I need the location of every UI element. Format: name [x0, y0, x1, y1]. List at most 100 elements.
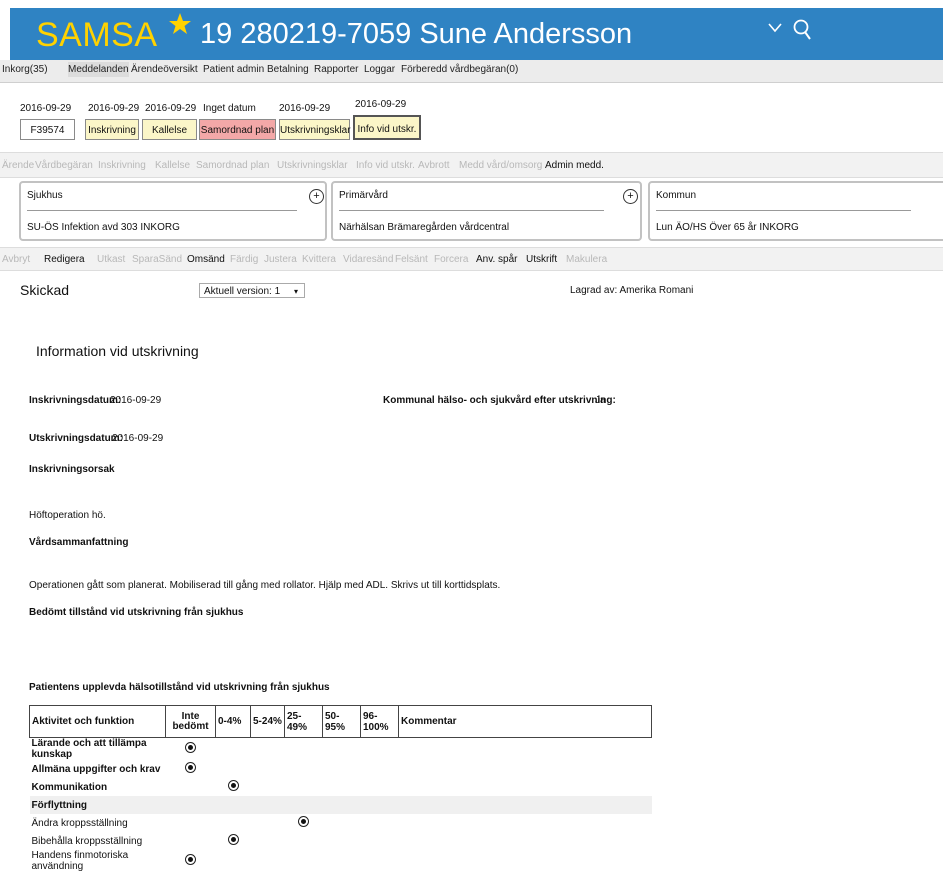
- step-samordnad-plan[interactable]: Samordnad plan: [199, 119, 276, 140]
- radio-selected-icon[interactable]: [185, 762, 196, 773]
- table-row: Allmäna uppgifter och krav: [30, 760, 652, 778]
- row-cell: [216, 814, 251, 832]
- patient-title: 19 280219-7059 Sune Andersson: [200, 18, 633, 50]
- nav-medd-vard-omsorg[interactable]: Medd vård/omsorg: [459, 160, 542, 171]
- saved-by: Lagrad av: Amerika Romani: [570, 285, 694, 296]
- col-kommentar: Kommentar: [398, 705, 652, 738]
- menu-rapporter[interactable]: Rapporter: [314, 64, 358, 75]
- org-primarvard: Primärvård + Närhälsan Brämaregården vår…: [331, 181, 642, 241]
- menu-arendeoversikt[interactable]: Ärendeöversikt: [131, 64, 198, 75]
- nav-kallelse[interactable]: Kallelse: [155, 160, 190, 171]
- radio-selected-icon[interactable]: [227, 780, 239, 791]
- action-fardig[interactable]: Färdig: [230, 254, 258, 265]
- nav-samordnad-plan[interactable]: Samordnad plan: [196, 160, 269, 171]
- menu-patient-admin[interactable]: Patient admin: [203, 64, 264, 75]
- action-anv-spar[interactable]: Anv. spår: [476, 254, 518, 265]
- row-cell: [323, 778, 361, 796]
- menu-inkorg[interactable]: Inkorg(35): [2, 64, 48, 75]
- row-cell: [285, 778, 323, 796]
- add-primarvard-icon[interactable]: +: [623, 189, 638, 204]
- row-cell: [251, 738, 285, 761]
- row-cell: [250, 796, 285, 814]
- chevron-down-icon[interactable]: [767, 22, 783, 34]
- menu-forberedd-vardbegaran[interactable]: Förberedd vårdbegäran(0): [401, 64, 518, 75]
- action-forcera[interactable]: Forcera: [434, 254, 468, 265]
- divider: [27, 210, 297, 211]
- search-icon[interactable]: [791, 18, 813, 42]
- action-omsand[interactable]: Omsänd: [187, 254, 225, 265]
- row-cell: [361, 738, 399, 761]
- action-avbryt[interactable]: Avbryt: [2, 254, 30, 265]
- row-cell: [166, 738, 216, 761]
- radio-selected-icon[interactable]: [298, 816, 309, 827]
- row-label: Förflyttning: [29, 796, 166, 814]
- row-cell: [166, 778, 216, 796]
- row-cell: [361, 814, 399, 832]
- menu-betalning[interactable]: Betalning: [267, 64, 309, 75]
- row-label: Kommunikation: [31, 781, 108, 793]
- col-aktivitet: Aktivitet och funktion: [29, 705, 166, 738]
- row-cell: [323, 738, 361, 761]
- menu-loggar[interactable]: Loggar: [364, 64, 395, 75]
- step-kallelse[interactable]: Kallelse: [142, 119, 197, 140]
- action-felsant[interactable]: Felsänt: [395, 254, 428, 265]
- col-50-95: 50-95%: [322, 705, 361, 738]
- app-header: SAMSA 19 280219-7059 Sune Andersson: [10, 8, 943, 60]
- table-row: Kommunikation: [30, 778, 652, 796]
- action-kvittera[interactable]: Kvittera: [302, 254, 336, 265]
- row-cell: [216, 778, 251, 796]
- row-cell: [323, 760, 361, 778]
- star-icon[interactable]: [168, 12, 192, 36]
- nav-vardbegaran[interactable]: Vårdbegäran: [35, 160, 93, 171]
- action-sparasand[interactable]: SparaSänd: [132, 254, 182, 265]
- org-kommun-value: Lun ÄO/HS Över 65 år INKORG: [656, 222, 799, 233]
- row-cell: [399, 778, 652, 796]
- version-select[interactable]: Aktuell version: 1 ▾: [199, 283, 305, 298]
- action-redigera[interactable]: Redigera: [44, 254, 85, 265]
- step-info-vid-utskr[interactable]: Info vid utskr.: [353, 115, 421, 140]
- nav-avbrott[interactable]: Avbrott: [418, 160, 450, 171]
- row-label: Allmäna uppgifter och krav: [31, 763, 161, 775]
- table-row: Förflyttning: [29, 796, 652, 814]
- step-date-inskrivning: 2016-09-29: [88, 103, 140, 114]
- nav-utskrivningsklar[interactable]: Utskrivningsklar: [277, 160, 348, 171]
- radio-selected-icon[interactable]: [185, 742, 196, 753]
- radio-selected-icon[interactable]: [227, 834, 239, 845]
- action-utkast[interactable]: Utkast: [97, 254, 125, 265]
- row-cell: [323, 814, 361, 832]
- nav-arende[interactable]: Ärende: [2, 160, 34, 171]
- row-cell: [398, 796, 652, 814]
- row-cell: [322, 796, 361, 814]
- step-inskrivning[interactable]: Inskrivning: [85, 119, 139, 140]
- radio-selected-icon[interactable]: [185, 854, 196, 865]
- nav-inskrivning[interactable]: Inskrivning: [98, 160, 146, 171]
- org-sjukhus: Sjukhus + SU-ÖS Infektion avd 303 INKORG: [19, 181, 327, 241]
- kommunal-value: Ja: [595, 395, 606, 406]
- row-cell: [361, 832, 399, 850]
- nav-info-vid-utskr[interactable]: Info vid utskr.: [356, 160, 415, 171]
- row-cell: [399, 760, 652, 778]
- step-utskrivningsklar[interactable]: Utskrivningsklar: [279, 119, 351, 140]
- table-row: Lärande och att tillämpa kunskap: [30, 738, 652, 761]
- row-cell: [251, 760, 285, 778]
- org-primarvard-value: Närhälsan Brämaregården vårdcentral: [339, 222, 510, 233]
- add-sjukhus-icon[interactable]: +: [309, 189, 324, 204]
- table-header-row: Aktivitet och funktion Inte bedömt 0-4% …: [29, 705, 652, 738]
- action-vidaresand[interactable]: Vidaresänd: [343, 254, 393, 265]
- col-5-24: 5-24%: [250, 705, 285, 738]
- org-kommun-label: Kommun: [656, 190, 697, 201]
- action-makulera[interactable]: Makulera: [566, 254, 607, 265]
- action-row: Avbryt Redigera Utkast SparaSänd Omsänd …: [0, 247, 943, 271]
- menu-meddelanden[interactable]: Meddelanden: [68, 62, 129, 77]
- row-cell: [165, 796, 216, 814]
- case-id-box[interactable]: F39574: [20, 119, 75, 140]
- row-cell: [166, 760, 216, 778]
- row-cell: [399, 814, 652, 832]
- action-utskrift[interactable]: Utskrift: [526, 254, 557, 265]
- function-table: Aktivitet och funktion Inte bedömt 0-4% …: [29, 705, 652, 872]
- nav-admin-medd[interactable]: Admin medd.: [545, 160, 604, 171]
- row-cell: [166, 850, 216, 872]
- row-cell: [215, 796, 251, 814]
- row-cell: [216, 760, 251, 778]
- action-justera[interactable]: Justera: [264, 254, 297, 265]
